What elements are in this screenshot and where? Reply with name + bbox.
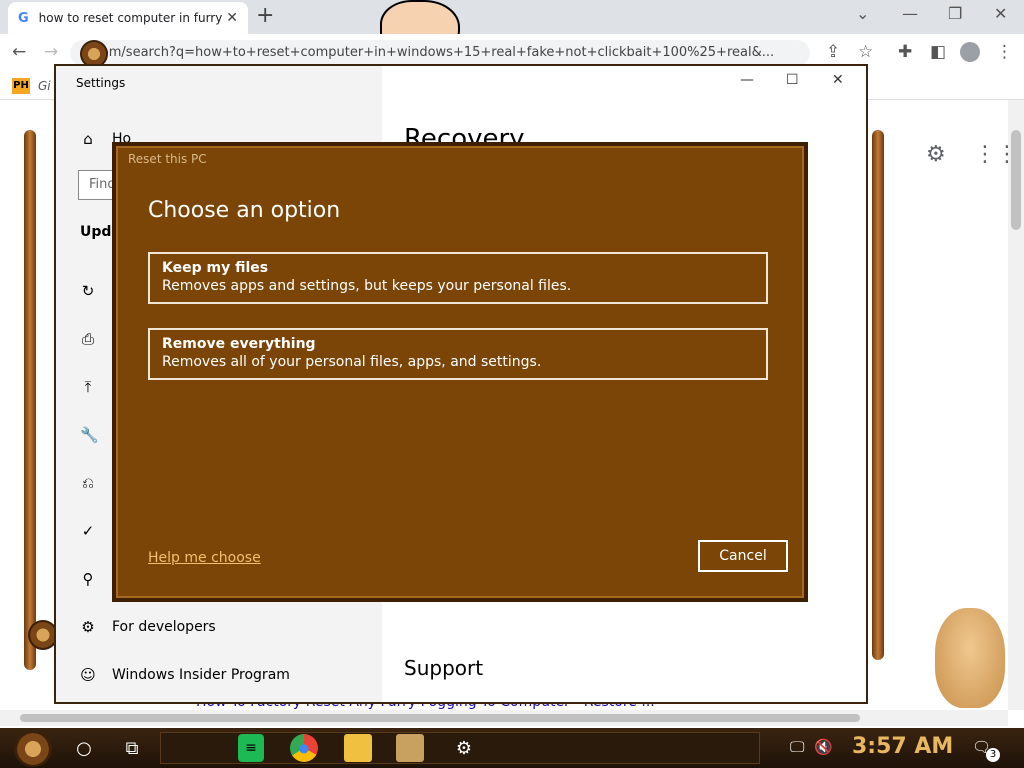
sidebar-item-label: Windows Insider Program xyxy=(112,667,290,683)
remove-everything-option[interactable]: Remove everything Removes all of your pe… xyxy=(148,328,768,380)
tab-search-icon[interactable]: ⌄ xyxy=(856,4,869,23)
close-icon[interactable]: ✕ xyxy=(832,72,844,88)
deco-pipe-left xyxy=(24,130,36,670)
new-tab-button[interactable]: + xyxy=(256,3,274,28)
network-icon[interactable]: 🖵 xyxy=(790,738,804,756)
bookmark-star-icon[interactable]: ☆ xyxy=(858,42,873,62)
option-title: Keep my files xyxy=(162,260,269,276)
minimize-icon[interactable]: — xyxy=(740,72,754,88)
task-view-icon[interactable]: ⧉ xyxy=(118,734,146,762)
wrench-icon: 🔧 xyxy=(80,426,99,444)
maximize-icon[interactable]: ☐ xyxy=(786,72,799,88)
dialog-caption: Reset this PC xyxy=(128,152,207,166)
spreadsheet-app-icon[interactable]: ≡ xyxy=(238,734,264,762)
volume-muted-icon[interactable]: 🔇 xyxy=(814,738,833,756)
sync-icon: ↻ xyxy=(81,282,95,300)
address-bar[interactable]: k.com/search?q=how+to+reset+computer+in+… xyxy=(70,40,810,66)
restore-browser-icon[interactable]: ❐ xyxy=(948,4,962,23)
dialog-heading: Choose an option xyxy=(148,198,341,223)
close-tab-icon[interactable]: ✕ xyxy=(226,10,238,26)
option-description: Removes apps and settings, but keeps you… xyxy=(162,278,572,294)
help-me-choose-link[interactable]: Help me choose xyxy=(148,550,261,566)
back-icon[interactable]: ← xyxy=(12,42,26,62)
option-title: Remove everything xyxy=(162,336,316,352)
chrome-icon[interactable]: ● xyxy=(290,734,318,762)
notification-count-badge: 3 xyxy=(986,748,1000,762)
developers-icon: ⚙ xyxy=(81,618,95,636)
google-favicon-icon: G xyxy=(18,10,29,26)
option-description: Removes all of your personal files, apps… xyxy=(162,354,542,370)
start-button-icon[interactable] xyxy=(14,731,52,767)
window-title: Settings xyxy=(76,76,126,90)
check-circle-icon: ✓ xyxy=(81,522,95,540)
bookmark-favicon: PH xyxy=(12,78,30,94)
clock[interactable]: 3:57 AM xyxy=(852,734,953,759)
browser-tab[interactable]: G how to reset computer in furry ✕ xyxy=(8,2,248,34)
upload-icon: ⤒ xyxy=(84,378,92,396)
deco-pipe-right xyxy=(872,130,884,660)
minimize-browser-icon[interactable]: — xyxy=(902,4,918,23)
support-heading: Support xyxy=(404,656,484,680)
recovery-icon: ⎌ xyxy=(81,474,94,492)
profile-avatar[interactable] xyxy=(960,42,980,62)
section-label: Upd xyxy=(80,224,112,240)
menu-icon[interactable]: ⋮ xyxy=(996,42,1013,62)
forward-icon[interactable]: → xyxy=(44,42,58,62)
cancel-button[interactable]: Cancel xyxy=(698,540,788,572)
delivery-icon: ⎙ xyxy=(81,330,94,348)
game-app-icon[interactable] xyxy=(396,734,424,762)
sidebar-item-insider[interactable]: ☺ Windows Insider Program xyxy=(80,666,290,684)
hamster-image xyxy=(935,608,1005,708)
cortana-icon[interactable]: ○ xyxy=(70,734,98,762)
home-icon: ⌂ xyxy=(83,130,93,148)
vertical-scrollbar[interactable] xyxy=(1008,100,1024,710)
file-explorer-icon[interactable] xyxy=(344,734,372,762)
share-icon[interactable]: ⇪ xyxy=(826,42,840,62)
horizontal-scrollbar[interactable] xyxy=(0,710,1008,726)
settings-gear-icon[interactable]: ⚙ xyxy=(926,142,946,167)
insider-icon: ☺ xyxy=(80,666,96,684)
keep-my-files-option[interactable]: Keep my files Removes apps and settings,… xyxy=(148,252,768,304)
close-browser-icon[interactable]: ✕ xyxy=(994,4,1007,23)
tab-title: how to reset computer in furry xyxy=(38,11,223,25)
sidebar-item-label: For developers xyxy=(112,619,216,635)
sidebar-item-developers[interactable]: ⚙ For developers xyxy=(80,618,216,636)
sidebar-section-heading: Upd xyxy=(80,224,111,240)
bookmark-label[interactable]: Gi xyxy=(38,79,51,93)
person-icon: ⚲ xyxy=(82,570,94,588)
reset-pc-dialog: Reset this PC Choose an option Keep my f… xyxy=(112,142,808,602)
extensions-icon[interactable]: ✚ xyxy=(898,42,912,62)
settings-taskbar-icon[interactable]: ⚙ xyxy=(450,734,478,762)
side-panel-icon[interactable]: ◧ xyxy=(930,42,946,62)
